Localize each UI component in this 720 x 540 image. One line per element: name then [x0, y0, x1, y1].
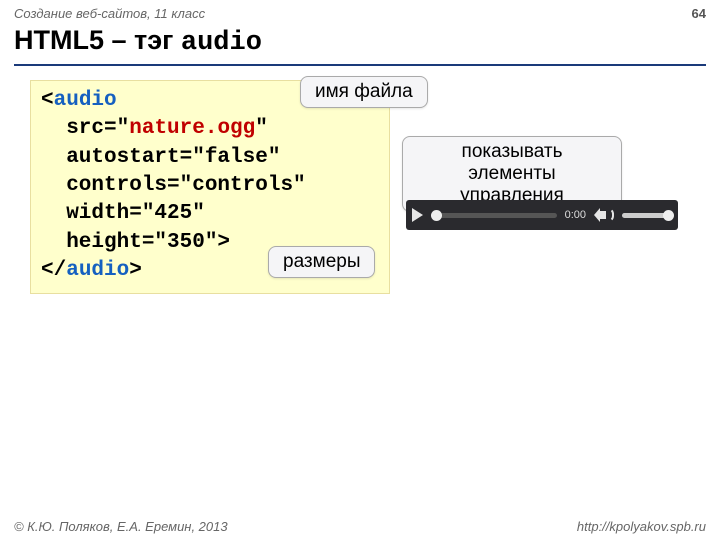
code-q1: " — [117, 117, 130, 140]
page-number: 64 — [692, 6, 706, 21]
copyright: © К.Ю. Поляков, Е.А. Еремин, 2013 — [14, 519, 228, 534]
seek-thumb[interactable] — [431, 210, 442, 221]
content-area: <audio src="nature.ogg" autostart="false… — [0, 80, 720, 480]
play-icon[interactable] — [412, 208, 423, 222]
code-close-lt: </ — [41, 259, 66, 282]
callout-filename-text: имя файла — [315, 81, 413, 102]
title-prefix: HTML5 – тэг — [14, 25, 181, 55]
title-underline — [14, 64, 706, 66]
volume-bar[interactable] — [622, 213, 672, 218]
callout-sizes: размеры — [268, 246, 375, 278]
code-attr-width: width="425" — [41, 202, 205, 225]
volume-thumb[interactable] — [663, 210, 674, 221]
code-attr-autostart: autostart="false" — [41, 146, 280, 169]
code-q2: " — [255, 117, 268, 140]
title-tag: audio — [181, 28, 262, 58]
code-close-gt: > — [129, 259, 142, 282]
slide-footer: © К.Ю. Поляков, Е.А. Еремин, 2013 http:/… — [0, 519, 720, 534]
callout-controls-line1: показывать элементы — [462, 141, 563, 184]
code-close-tag: audio — [66, 259, 129, 282]
seek-bar[interactable] — [431, 213, 557, 218]
slide-header: Создание веб-сайтов, 11 класс 64 — [0, 0, 720, 23]
code-attr-src-name: src= — [41, 117, 117, 140]
callout-filename: имя файла — [300, 76, 428, 108]
footer-url: http://kpolyakov.spb.ru — [577, 519, 706, 534]
audio-player[interactable]: 0:00 — [406, 200, 678, 230]
course-label: Создание веб-сайтов, 11 класс — [14, 6, 205, 21]
code-open-tag: audio — [54, 89, 117, 112]
code-lt: < — [41, 89, 54, 112]
code-attr-controls: controls="controls" — [41, 174, 306, 197]
speaker-icon[interactable] — [594, 208, 614, 222]
time-display: 0:00 — [565, 209, 586, 221]
code-attr-src-val: nature.ogg — [129, 117, 255, 140]
code-attr-height: height="350"> — [41, 231, 230, 254]
slide-title: HTML5 – тэг audio — [0, 23, 720, 62]
callout-sizes-text: размеры — [283, 251, 360, 272]
